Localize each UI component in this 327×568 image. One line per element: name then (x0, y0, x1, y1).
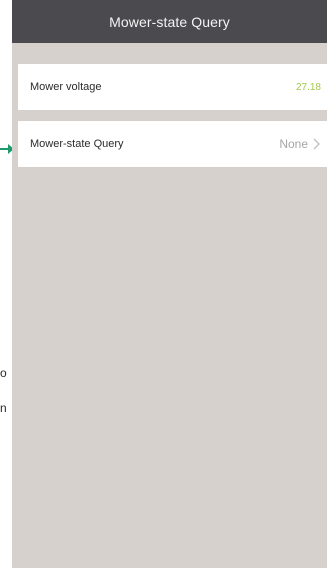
mower-state-query-label: Mower-state Query (30, 138, 124, 150)
edge-text-fragment: o (0, 366, 7, 380)
mower-voltage-value: 27.18 (295, 81, 321, 93)
mower-state-query-row[interactable]: Mower-state Query None (18, 121, 327, 167)
navigation-bar: Mower-state Query (12, 0, 327, 43)
mower-state-query-value: None (279, 137, 308, 151)
phone-screen: Mower-state Query Mower voltage 27.18 Mo… (12, 0, 327, 568)
mower-voltage-row: Mower voltage 27.18 (18, 64, 327, 110)
page-title: Mower-state Query (109, 13, 230, 30)
page: o n Mower-state Query Mower voltage 27.1… (0, 0, 327, 568)
chevron-right-icon (313, 138, 320, 150)
mower-voltage-label: Mower voltage (30, 81, 102, 93)
edge-text-fragment: n (0, 401, 7, 415)
